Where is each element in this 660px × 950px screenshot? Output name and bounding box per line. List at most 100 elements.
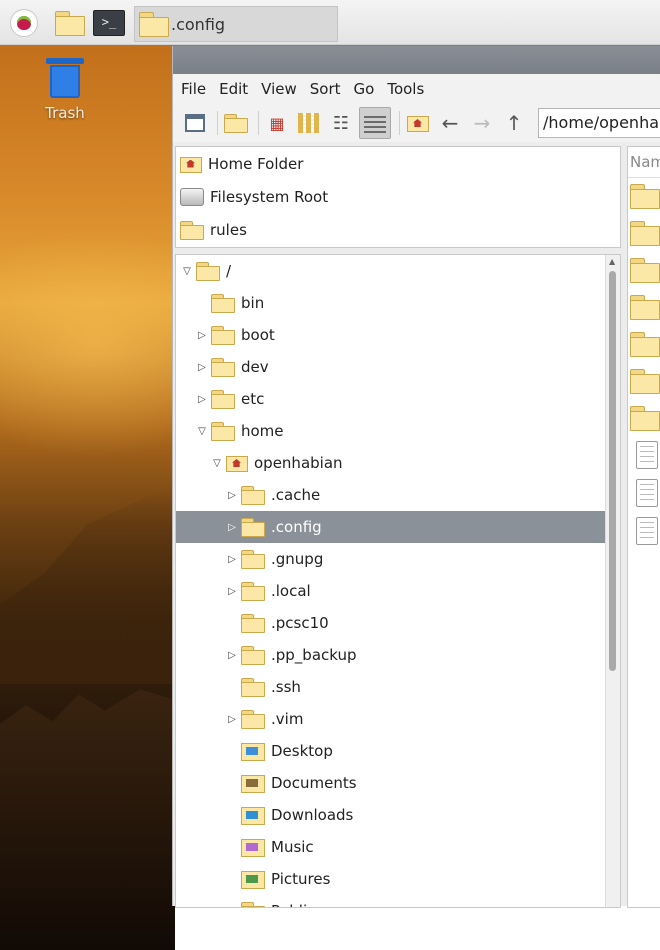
file-list-row[interactable]	[630, 514, 660, 548]
file-list-row[interactable]	[630, 179, 660, 213]
expander-closed-icon[interactable]: ▷	[195, 330, 209, 341]
thumbnail-view-icon	[298, 113, 320, 133]
raspberry-icon	[10, 9, 38, 37]
tree-item-home[interactable]: ▽ home	[176, 415, 606, 447]
tree-item-openhabian[interactable]: ▽ openhabian	[176, 447, 606, 479]
text-file-icon	[636, 517, 658, 545]
file-list-row[interactable]	[630, 401, 660, 435]
folder-icon	[139, 12, 169, 37]
tree-item-local[interactable]: ▷ .local	[176, 575, 606, 607]
file-list-row[interactable]	[630, 253, 660, 287]
raspberry-menu-button[interactable]	[6, 8, 42, 38]
icon-view-icon: ▦	[269, 113, 285, 133]
window-titlebar[interactable]	[173, 46, 660, 74]
file-list-row[interactable]	[630, 364, 660, 398]
new-tab-button[interactable]	[222, 109, 250, 137]
folder-icon	[211, 326, 235, 345]
menu-view[interactable]: View	[261, 80, 297, 98]
expander-open-icon[interactable]: ▽	[195, 426, 209, 437]
tree-item-pictures[interactable]: Pictures	[176, 863, 606, 895]
menu-sort[interactable]: Sort	[310, 80, 341, 98]
file-list-row[interactable]	[630, 327, 660, 361]
expander-closed-icon[interactable]: ▷	[225, 490, 239, 501]
home-icon	[407, 114, 429, 132]
tree-item-dev[interactable]: ▷ dev	[176, 351, 606, 383]
column-header-name[interactable]: Name	[628, 147, 660, 178]
trash-label: Trash	[45, 104, 85, 122]
tree-item-boot[interactable]: ▷ boot	[176, 319, 606, 351]
up-button[interactable]: ↑	[500, 109, 528, 137]
text-file-icon	[636, 441, 658, 469]
tree-item-gnupg[interactable]: ▷ .gnupg	[176, 543, 606, 575]
place-rules[interactable]: rules	[176, 213, 620, 246]
expander-closed-icon[interactable]: ▷	[225, 554, 239, 565]
icon-view-button[interactable]: ▦	[263, 109, 291, 137]
tree-item-label: Music	[271, 838, 314, 856]
expander-closed-icon[interactable]: ▷	[225, 586, 239, 597]
folder-icon	[241, 550, 265, 569]
expander-closed-icon[interactable]: ▷	[225, 522, 239, 533]
folder-icon	[241, 646, 265, 665]
tree-scrollbar[interactable]: ▲	[605, 255, 620, 907]
tree-item-music[interactable]: Music	[176, 831, 606, 863]
place-home-folder[interactable]: Home Folder	[176, 147, 620, 180]
terminal-icon: >_	[93, 10, 125, 36]
new-window-icon	[185, 114, 205, 132]
file-manager-launcher[interactable]	[52, 8, 88, 38]
menu-tools[interactable]: Tools	[387, 80, 424, 98]
compact-view-button[interactable]: ☷	[327, 109, 355, 137]
tree-item-etc[interactable]: ▷ etc	[176, 383, 606, 415]
place-label: Filesystem Root	[210, 187, 329, 206]
menu-go[interactable]: Go	[354, 80, 375, 98]
home-button[interactable]	[404, 109, 432, 137]
menu-file[interactable]: File	[181, 80, 206, 98]
new-window-button[interactable]	[181, 109, 209, 137]
scrollbar-thumb[interactable]	[609, 271, 616, 671]
expander-open-icon[interactable]: ▽	[180, 266, 194, 277]
location-bar[interactable]: /home/openhabian/.config	[538, 108, 660, 138]
expander-closed-icon[interactable]: ▷	[195, 394, 209, 405]
tree-item-cache[interactable]: ▷ .cache	[176, 479, 606, 511]
menu-edit[interactable]: Edit	[219, 80, 248, 98]
tree-item-pp-backup[interactable]: ▷ .pp_backup	[176, 639, 606, 671]
tree-item-label: home	[241, 422, 284, 440]
file-list-row[interactable]	[630, 438, 660, 472]
tree-item-vim[interactable]: ▷ .vim	[176, 703, 606, 735]
directory-tree: Public Pictures Music Downloads Documents Des…	[175, 254, 621, 908]
tree-item-desktop[interactable]: Desktop	[176, 735, 606, 767]
tree-item-documents[interactable]: Documents	[176, 767, 606, 799]
trash-desktop-icon[interactable]: Trash	[38, 58, 92, 122]
taskbar-window-button[interactable]: .config	[134, 6, 338, 42]
file-list-row[interactable]	[630, 476, 660, 510]
tree-item-public[interactable]: Public	[176, 895, 606, 907]
terminal-launcher[interactable]: >_	[92, 8, 126, 38]
back-button[interactable]: ←	[436, 109, 464, 137]
folder-icon	[211, 294, 235, 313]
tree-item-downloads[interactable]: Downloads	[176, 799, 606, 831]
tree-item-root[interactable]: ▽ /	[176, 255, 606, 287]
list-view-button[interactable]	[359, 107, 391, 139]
file-list-row[interactable]	[630, 216, 660, 250]
folder-icon	[241, 710, 265, 729]
tree-item-config[interactable]: ▷ .config	[176, 511, 606, 543]
place-label: Home Folder	[208, 154, 304, 173]
expander-open-icon[interactable]: ▽	[210, 458, 224, 469]
forward-button[interactable]: →	[468, 109, 496, 137]
thumbnail-view-button[interactable]	[295, 109, 323, 137]
tree-item-ssh[interactable]: .ssh	[176, 671, 606, 703]
folder-icon	[241, 582, 265, 601]
place-label: rules	[210, 220, 247, 239]
tree-item-label: .pp_backup	[271, 646, 357, 664]
place-filesystem-root[interactable]: Filesystem Root	[176, 180, 620, 213]
expander-closed-icon[interactable]: ▷	[225, 714, 239, 725]
pictures-folder-icon	[241, 869, 265, 889]
tree-item-pcsc10[interactable]: .pcsc10	[176, 607, 606, 639]
tree-item-bin[interactable]: bin	[176, 287, 606, 319]
taskbar: >_ .config	[0, 0, 660, 45]
file-list-row[interactable]	[630, 290, 660, 324]
list-view-icon	[364, 113, 386, 133]
expander-closed-icon[interactable]: ▷	[225, 650, 239, 661]
expander-closed-icon[interactable]: ▷	[195, 362, 209, 373]
tree-item-label: Public	[271, 902, 315, 907]
file-manager-window: File Edit View Sort Go Tools ▦ ☷ ← → ↑ /home/…	[172, 46, 660, 908]
